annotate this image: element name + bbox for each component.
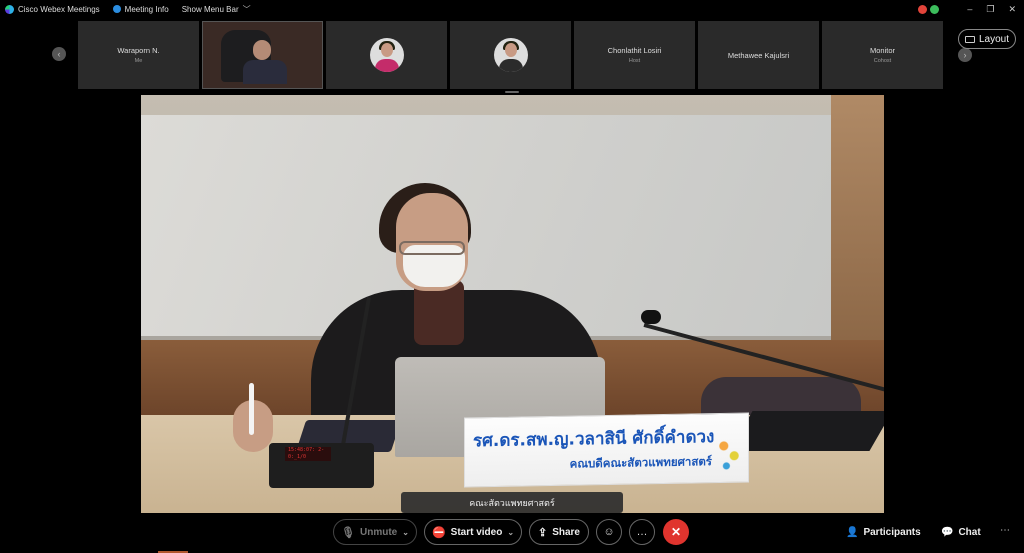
chevron-right-icon: ›: [963, 50, 967, 60]
avatar: [369, 38, 404, 72]
minimize-button[interactable]: –: [967, 4, 972, 14]
share-button[interactable]: ⇪ Share: [529, 519, 589, 545]
participant-tile[interactable]: Monitor Cohost: [822, 21, 943, 89]
nameplate-title: คณบดีคณะสัตวแพทยศาสตร์: [569, 454, 712, 471]
chat-button[interactable]: 💬 Chat: [941, 519, 981, 545]
active-speaker-video: 15:48:07: 2-0:_1/0 รศ.ดร.สพ.ญ.วลาสินี ศั…: [141, 95, 884, 513]
meeting-info-label: Meeting Info: [124, 4, 169, 14]
unmute-label: Unmute: [360, 526, 398, 538]
unmute-button[interactable]: 🎙 Unmute ⌄: [333, 519, 417, 545]
participant-video-tile[interactable]: [202, 21, 323, 89]
layout-label: Layout: [978, 33, 1010, 45]
flower-decoration-icon: [716, 433, 742, 475]
show-menu-bar-button[interactable]: Show Menu Bar ﹀: [182, 4, 251, 15]
microphone-muted-icon: 🎙: [341, 526, 356, 539]
video-thumbnail-face: [253, 40, 271, 60]
network-icon: [930, 4, 940, 14]
info-icon: [112, 5, 121, 13]
participant-tile[interactable]: Chonlathit Losiri Host: [574, 21, 695, 89]
video-off-icon: ⛔: [431, 526, 446, 539]
window-controls: – ❐ ✕: [918, 0, 1016, 18]
layout-button[interactable]: Layout: [958, 29, 1016, 49]
chevron-down-icon: ⌄: [507, 527, 515, 537]
recording-icon: [918, 4, 928, 14]
chevron-down-icon: ⌄: [402, 527, 409, 537]
start-video-button[interactable]: ⛔ Start video ⌄: [424, 519, 522, 545]
participant-name: Methawee Kajulsri: [727, 50, 790, 60]
close-button[interactable]: ✕: [1008, 4, 1016, 15]
participant-strip: ‹ Waraporn N. Me Chonlathit Losiri Host …: [0, 18, 1024, 92]
share-label: Share: [552, 526, 580, 538]
webex-logo-icon: [5, 4, 14, 14]
status-icons: [918, 4, 940, 14]
avatar: [493, 38, 528, 72]
close-icon: ✕: [670, 525, 682, 539]
more-options-button[interactable]: …: [629, 519, 655, 545]
participant-name: Monitor: [869, 46, 895, 55]
more-icon: …: [636, 526, 648, 538]
show-menu-bar-label: Show Menu Bar: [181, 4, 239, 14]
meeting-toolbar: 🎙 Unmute ⌄ ⛔ Start video ⌄ ⇪ Share ☺ … ✕…: [0, 513, 1024, 553]
participants-icon: 👤: [846, 526, 859, 538]
start-video-label: Start video: [450, 526, 503, 538]
participant-role: Cohost: [873, 58, 892, 64]
video-thumbnail-body: [243, 60, 287, 84]
nameplate: รศ.ดร.สพ.ญ.วลาสินี ศักดิ์คำดวง คณบดีคณะส…: [464, 412, 749, 488]
participant-role: Host: [628, 58, 641, 64]
strip-next-button[interactable]: ›: [958, 48, 972, 62]
participant-name: Chonlathit Losiri: [607, 46, 662, 55]
share-icon: ⇪: [537, 526, 548, 539]
nameplate-name: รศ.ดร.สพ.ญ.วลาสินี ศักดิ์คำดวง: [473, 427, 715, 452]
restore-button[interactable]: ❐: [986, 4, 994, 15]
reactions-button[interactable]: ☺: [596, 519, 622, 545]
meeting-info-button[interactable]: Meeting Info: [112, 4, 169, 14]
panel-options-button[interactable]: ⋯: [1000, 525, 1010, 536]
microphone-display: 15:48:07: 2-0:_1/0: [285, 447, 331, 461]
leave-meeting-button[interactable]: ✕: [663, 519, 689, 545]
participant-avatar-tile[interactable]: [450, 21, 571, 89]
participant-role: Me: [134, 58, 143, 64]
title-bar: Cisco Webex Meetings Meeting Info Show M…: [0, 0, 1024, 18]
chat-label: Chat: [958, 526, 981, 538]
pen: [249, 383, 254, 435]
participants-button[interactable]: 👤 Participants: [846, 519, 921, 545]
participant-tile[interactable]: Waraporn N. Me: [78, 21, 199, 89]
microphone: [641, 310, 661, 324]
more-dots-icon: ⋯: [1000, 525, 1010, 536]
chat-icon: 💬: [941, 526, 954, 538]
participant-tile[interactable]: Methawee Kajulsri: [698, 21, 819, 89]
layout-icon: [964, 35, 975, 43]
strip-prev-button[interactable]: ‹: [52, 47, 66, 61]
participant-avatar-tile[interactable]: [326, 21, 447, 89]
participant-name: Waraporn N.: [117, 46, 160, 55]
chevron-down-icon: ﹀: [242, 4, 251, 14]
speaker-caption: คณะสัตวแพทยศาสตร์: [401, 492, 623, 513]
strip-resize-handle[interactable]: [505, 91, 519, 93]
app-title: Cisco Webex Meetings: [5, 4, 100, 14]
emoji-icon: ☺: [603, 526, 615, 538]
chevron-left-icon: ‹: [57, 49, 61, 59]
app-name: Cisco Webex Meetings: [18, 4, 100, 14]
participants-label: Participants: [863, 526, 921, 538]
